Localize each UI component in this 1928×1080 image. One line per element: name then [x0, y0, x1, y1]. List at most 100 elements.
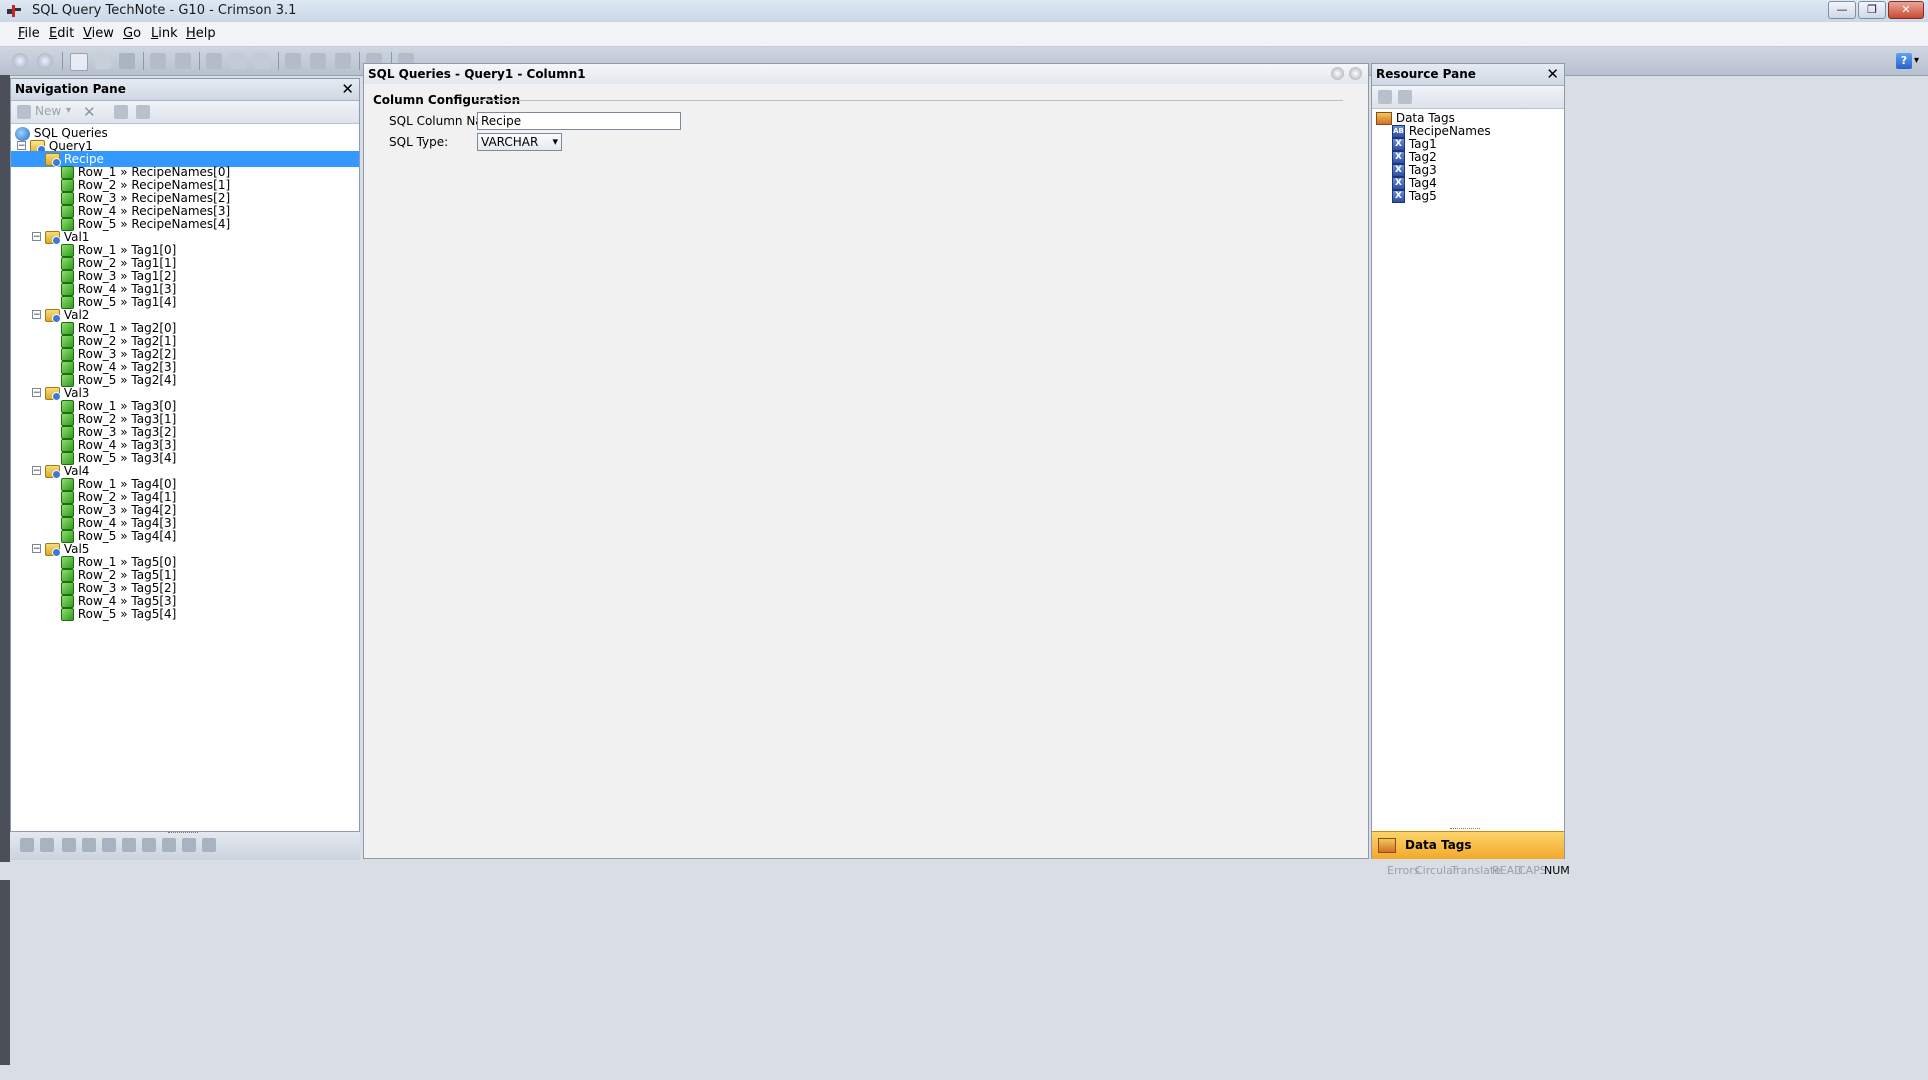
menu-go[interactable]: Go: [123, 26, 141, 41]
editor-header: SQL Queries - Query1 - Column1: [364, 64, 1368, 84]
collapse-toggle-icon[interactable]: −: [32, 232, 41, 242]
data-tags-icon: [1378, 838, 1396, 853]
nav-forward-icon[interactable]: [1349, 67, 1362, 80]
editor-pane: SQL Queries - Query1 - Column1 Column Co…: [363, 63, 1369, 859]
toolbar-separator: [278, 52, 279, 70]
nav-category-icon[interactable]: [62, 838, 76, 852]
tree-item-label: Row_5 » Tag1[4]: [77, 295, 177, 309]
toolbar-separator: [359, 52, 360, 70]
new-dropdown-icon[interactable]: ▾: [66, 105, 71, 116]
menu-file[interactable]: File: [18, 26, 40, 41]
close-icon: ✕: [1901, 3, 1911, 16]
navigation-pane-title: Navigation Pane: [15, 82, 126, 96]
menu-help[interactable]: Help: [186, 26, 216, 41]
collapse-toggle-icon[interactable]: −: [32, 544, 41, 554]
nav-back-icon[interactable]: [1331, 67, 1344, 80]
expand-icon[interactable]: [136, 105, 150, 119]
navigation-tree: SQL Queries− Query1− Recipe Row_1 » Reci…: [11, 123, 359, 813]
nav-category-icon[interactable]: [82, 838, 96, 852]
toolbar-separator: [199, 52, 200, 70]
data-tags-tab[interactable]: Data Tags: [1372, 831, 1564, 859]
sql-type-select[interactable]: VARCHAR ▾: [477, 133, 562, 151]
resource-pane-close-icon[interactable]: ✕: [1546, 64, 1559, 85]
nav-category-icon[interactable]: [20, 838, 34, 852]
navigation-bottom-toolbar: [10, 831, 360, 860]
delete-icon[interactable]: ✕: [83, 105, 97, 120]
new-button-label[interactable]: New: [35, 104, 61, 118]
navigation-pane-close-icon[interactable]: ✕: [341, 79, 354, 100]
navigation-toolbar: New ▾ ✕: [11, 101, 359, 124]
navigation-pane-header: Navigation Pane ✕: [11, 79, 359, 101]
help-dropdown-icon[interactable]: ▾: [1914, 55, 1919, 66]
export-icon[interactable]: [175, 53, 191, 69]
search-icon[interactable]: [1378, 90, 1392, 104]
collapse-toggle-icon[interactable]: −: [32, 466, 41, 476]
nav-category-icon[interactable]: [162, 838, 176, 852]
minimize-button[interactable]: —: [1828, 1, 1856, 19]
sql-type-value: VARCHAR: [481, 135, 539, 149]
menu-mnemonic: L: [151, 26, 159, 41]
title-bar: SQL Query TechNote - G10 - Crimson 3.1 —…: [0, 0, 1928, 23]
column-icon: [45, 465, 61, 479]
sql-column-name-input[interactable]: Recipe: [477, 112, 681, 130]
new-item-icon[interactable]: [17, 105, 31, 119]
restore-button[interactable]: ❐: [1858, 1, 1886, 19]
menu-bar: File Edit View Go Link Help: [0, 22, 1928, 47]
close-button[interactable]: ✕: [1888, 1, 1924, 19]
nav-category-icon[interactable]: [40, 838, 54, 852]
help-icon[interactable]: ?: [1896, 53, 1912, 69]
database-icon: [15, 126, 30, 141]
menu-mnemonic: E: [49, 26, 58, 41]
menu-link[interactable]: Link: [151, 26, 178, 41]
undo-icon[interactable]: [335, 53, 351, 69]
window-frame-left: [0, 75, 10, 1065]
find-icon[interactable]: [285, 53, 301, 69]
print-icon[interactable]: [95, 53, 111, 69]
tree-item-row[interactable]: Row_5 » Tag5[4]: [61, 606, 176, 622]
paste-icon[interactable]: [254, 53, 270, 69]
restore-icon: ❐: [1867, 3, 1877, 16]
collapse-toggle-icon[interactable]: −: [17, 141, 26, 151]
app-icon: [7, 5, 21, 17]
chevron-down-icon: ▾: [552, 135, 558, 148]
nav-category-icon[interactable]: [202, 838, 216, 852]
column-icon: [45, 153, 61, 167]
nav-category-icon[interactable]: [182, 838, 196, 852]
status-num: NUM: [1544, 864, 1570, 877]
nav-category-icon[interactable]: [102, 838, 116, 852]
column-icon: [45, 387, 61, 401]
toolbar-separator: [62, 52, 63, 70]
new-file-icon[interactable]: [70, 53, 88, 71]
collapse-toggle-icon[interactable]: −: [32, 310, 41, 320]
data-tags-tab-label: Data Tags: [1405, 838, 1472, 852]
save-icon[interactable]: [119, 53, 135, 69]
menu-view[interactable]: View: [83, 26, 114, 41]
back-icon[interactable]: [12, 53, 28, 69]
column-icon: [45, 309, 61, 323]
tree-item-label: Row_5 » RecipeNames[4]: [77, 217, 231, 231]
nav-category-icon[interactable]: [122, 838, 136, 852]
menu-edit[interactable]: Edit: [49, 26, 74, 41]
import-icon[interactable]: [150, 53, 166, 69]
tree-item-label: Tag5: [1408, 189, 1437, 203]
collapse-toggle-icon[interactable]: −: [32, 388, 41, 398]
filter-icon[interactable]: [1398, 90, 1412, 104]
menu-mnemonic: F: [18, 26, 25, 41]
status-caps: CAPS: [1518, 864, 1547, 877]
tree-item-label: Row_5 » Tag2[4]: [77, 373, 177, 387]
tree-item-tag-tag5[interactable]: X Tag5: [1392, 188, 1437, 204]
forward-icon[interactable]: [37, 53, 53, 69]
splitter-grip[interactable]: [168, 832, 198, 836]
data-tags-folder-icon: [1376, 112, 1392, 125]
row-mapping-icon: [61, 608, 74, 621]
replace-icon[interactable]: [310, 53, 326, 69]
copy-icon[interactable]: [230, 53, 246, 69]
nav-category-icon[interactable]: [142, 838, 156, 852]
window-title: SQL Query TechNote - G10 - Crimson 3.1: [32, 3, 297, 18]
status-bar: Errors Circular Translate READ CAPS NUM: [0, 862, 1928, 880]
cut-icon[interactable]: [206, 53, 222, 69]
collapse-icon[interactable]: [114, 105, 128, 119]
menu-mnemonic: V: [83, 26, 92, 41]
navigation-pane: Navigation Pane ✕ New ▾ ✕ SQL Queries − Q…: [10, 78, 360, 859]
editor-title: SQL Queries - Query1 - Column1: [368, 67, 586, 81]
